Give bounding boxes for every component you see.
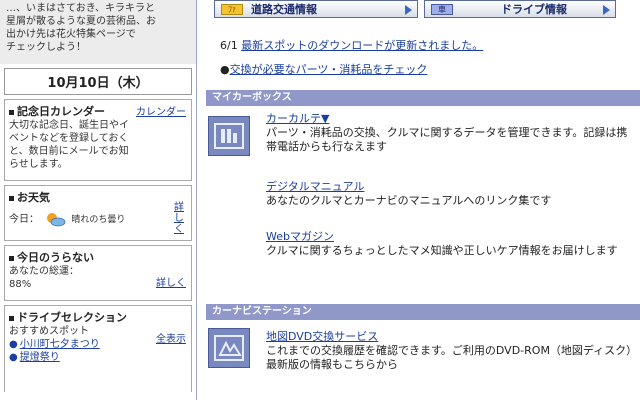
mycar-section-header: マイカーボックス bbox=[206, 90, 640, 106]
spot-link[interactable]: 小川町七夕まつり bbox=[20, 339, 100, 350]
sun-cloud-icon bbox=[44, 211, 66, 227]
drive-selection-panel: ドライブセレクション おすすめスポット 全表示 ● 小川町七夕まつり ● 提燈祭り bbox=[4, 305, 192, 392]
fortune-detail-link[interactable]: 詳しく bbox=[156, 274, 186, 289]
digital-manual-link[interactable]: デジタルマニュアル bbox=[266, 178, 364, 194]
car-karte-icon bbox=[208, 116, 250, 156]
calendar-panel: 記念日カレンダー カレンダー 大切な記念日、誕生日やイ ベントなどを登録しておく… bbox=[4, 99, 192, 181]
date-display: 10月10日（木） bbox=[4, 68, 192, 95]
car-icon: 車 bbox=[431, 4, 453, 15]
drive-info-button[interactable]: 車 ドライブ情報 bbox=[424, 0, 616, 18]
bullet-icon: ● bbox=[9, 352, 18, 363]
news-link[interactable]: 最新スポットのダウンロードが更新されました。 bbox=[241, 39, 483, 52]
weather-detail-link[interactable]: 詳しく bbox=[174, 202, 186, 235]
square-bullet-icon bbox=[9, 109, 14, 115]
fortune-title: 今日のうらない bbox=[9, 249, 187, 265]
weather-title: お天気 bbox=[9, 189, 187, 205]
promo-line: …、いまはさておき、キラキラと bbox=[6, 3, 155, 14]
web-magazine-description: クルマに関するちょっとしたマメ知識や正しいケア情報をお届けします bbox=[266, 244, 618, 257]
weather-forecast: 晴れのち曇り bbox=[71, 215, 126, 225]
news-item: 6/1 最新スポットのダウンロードが更新されました。 bbox=[220, 37, 483, 53]
web-magazine-link[interactable]: Webマガジン bbox=[266, 228, 334, 244]
main-content: ﾌｧ 道路交通情報 車 ドライブ情報 6/1 最新スポットのダウンロードが更新さ… bbox=[200, 0, 640, 400]
promo-text: …、いまはさておき、キラキラと 星屑が散るような夏の芸術品、お 出かけ先は花火特… bbox=[0, 0, 196, 64]
drive-info-label: ドライブ情報 bbox=[501, 3, 567, 16]
bullet-icon: ● bbox=[220, 63, 230, 76]
parts-check-link[interactable]: 交換が必要なパーツ・消耗品をチェック bbox=[230, 63, 428, 76]
weather-panel: お天気 今日： 晴れのち曇り 詳しく bbox=[4, 185, 192, 241]
spot-link[interactable]: 提燈祭り bbox=[20, 352, 60, 363]
drive-selection-title: ドライブセレクション bbox=[9, 309, 187, 325]
navi-section-header: カーナビステーション bbox=[206, 304, 640, 320]
map-dvd-exchange-link[interactable]: 地図DVD交換サービス bbox=[266, 328, 378, 344]
calendar-link[interactable]: カレンダー bbox=[136, 103, 186, 118]
promo-line: チェックしよう！ bbox=[6, 42, 86, 53]
road-traffic-label: 道路交通情報 bbox=[251, 3, 317, 16]
road-traffic-button[interactable]: ﾌｧ 道路交通情報 bbox=[214, 0, 418, 18]
sidebar: …、いまはさておき、キラキラと 星屑が散るような夏の芸術品、お 出かけ先は花火特… bbox=[0, 0, 197, 400]
square-bullet-icon bbox=[9, 255, 14, 261]
traffic-icon: ﾌｧ bbox=[221, 4, 243, 15]
news-item: ●交換が必要なパーツ・消耗品をチェック bbox=[220, 61, 427, 77]
show-all-link[interactable]: 全表示 bbox=[156, 330, 186, 345]
map-dvd-description: これまでの交換履歴を確認できます。ご利用のDVD-ROM（地図ディスク）最新版の… bbox=[266, 344, 638, 371]
spot-list-item: ● 提燈祭り bbox=[9, 351, 187, 364]
fortune-panel: 今日のうらない あなたの総運： 88% 詳しく bbox=[4, 245, 192, 301]
calendar-description: 大切な記念日、誕生日やイ ベントなどを登録しておく と、数日前にメールでお知 ら… bbox=[9, 120, 129, 170]
square-bullet-icon bbox=[9, 195, 14, 201]
news-date: 6/1 bbox=[220, 39, 242, 52]
car-karte-description: パーツ・消耗品の交換、クルマに関するデータを管理できます。記録は携帯電話からも行… bbox=[266, 126, 628, 153]
arrow-right-icon bbox=[405, 5, 412, 15]
square-bullet-icon bbox=[9, 315, 14, 321]
digital-manual-description: あなたのクルマとカーナビのマニュアルへのリンク集です bbox=[266, 194, 552, 207]
promo-line: 出かけ先は花火特集ページで bbox=[6, 29, 136, 40]
bullet-icon: ● bbox=[9, 339, 18, 350]
map-dvd-icon bbox=[208, 328, 250, 368]
car-karte-link[interactable]: カーカルテ▼ bbox=[266, 110, 329, 126]
promo-line: 星屑が散るような夏の芸術品、お bbox=[6, 16, 156, 27]
arrow-right-icon bbox=[603, 5, 610, 15]
weather-today-label: 今日： bbox=[9, 214, 39, 225]
